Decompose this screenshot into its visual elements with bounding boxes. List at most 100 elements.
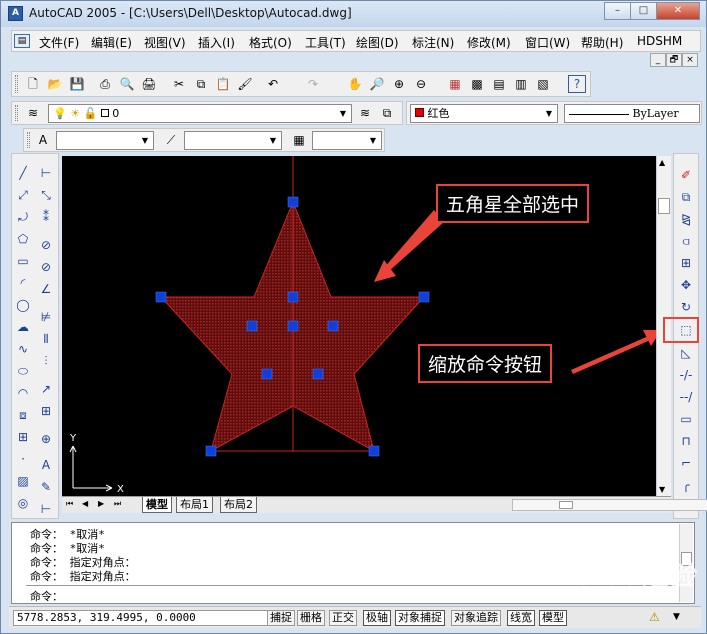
tab-layout1[interactable]: 布局1 — [176, 497, 213, 513]
make-layer-current-icon[interactable]: ≋ — [356, 104, 374, 122]
autocad-app-icon[interactable]: A — [8, 6, 23, 21]
layer-dropdown[interactable]: 💡 ☀ 🔓 0 ▼ — [48, 104, 352, 123]
polyline-icon[interactable]: ⤾ — [13, 208, 33, 227]
redo-icon[interactable]: ↷ — [304, 75, 322, 93]
sheet-set-icon[interactable]: ▥ — [512, 75, 530, 93]
zoom-realtime-icon[interactable]: 🔎 — [368, 75, 386, 93]
help-icon[interactable]: ? — [568, 75, 586, 93]
dimension-style-icon[interactable]: ⟋ — [162, 131, 180, 149]
ortho-toggle[interactable]: 正交 — [329, 610, 357, 626]
revision-cloud-icon[interactable]: ☁ — [13, 318, 33, 337]
menu-edit[interactable]: 编辑(E) — [91, 34, 132, 51]
copy-icon[interactable]: ⧉ — [192, 75, 210, 93]
grip[interactable] — [287, 291, 299, 303]
dimension-text-edit-icon[interactable]: ✎ — [36, 478, 56, 497]
rotate-icon[interactable]: ↻ — [676, 298, 696, 317]
publish-icon[interactable]: 🖨 — [140, 75, 158, 93]
rectangle-icon[interactable]: ▭ — [13, 252, 33, 271]
doc-minimize-button[interactable]: _ — [650, 53, 666, 67]
dimension-update-icon[interactable]: ⊢ — [36, 500, 56, 519]
hatch-icon[interactable]: ▨ — [13, 472, 33, 491]
grip[interactable] — [155, 291, 167, 303]
tab-first-icon[interactable]: ⏮ — [66, 499, 73, 509]
zoom-previous-icon[interactable]: ⊖ — [412, 75, 430, 93]
text-style-dropdown[interactable]: ▼ — [56, 131, 154, 150]
chamfer-icon[interactable]: ⌐ — [676, 454, 696, 473]
tab-prev-icon[interactable]: ◀ — [82, 499, 88, 508]
menu-window[interactable]: 窗口(W) — [525, 34, 570, 51]
title-bar[interactable]: A AutoCAD 2005 - [C:\Users\Dell\Desktop\… — [1, 1, 706, 27]
continue-dimension-icon[interactable]: ⫶ — [36, 352, 56, 371]
grip[interactable] — [205, 445, 217, 457]
table-style-icon[interactable]: ▦ — [290, 131, 308, 149]
ellipse-icon[interactable]: ⬭ — [13, 362, 33, 381]
quick-dimension-icon[interactable]: ⊭ — [36, 308, 56, 327]
grip[interactable] — [261, 368, 273, 380]
insert-block-icon[interactable]: ⧈ — [13, 406, 33, 425]
trim-icon[interactable]: -/- — [676, 366, 696, 385]
osnap-toggle[interactable]: 对象捕捉 — [395, 610, 445, 626]
circle-icon[interactable]: ◯ — [13, 296, 33, 315]
pan-realtime-icon[interactable]: ✋ — [346, 75, 364, 93]
tool-palettes-icon[interactable]: ▤ — [490, 75, 508, 93]
grip[interactable] — [312, 368, 324, 380]
doc-restore-button[interactable]: 🗗 — [666, 53, 682, 67]
close-button[interactable]: ✕ — [656, 2, 700, 20]
scroll-thumb[interactable] — [658, 198, 670, 214]
communication-center-icon[interactable]: ⚠ — [649, 610, 660, 624]
dimension-edit-icon[interactable]: A — [36, 456, 56, 475]
scroll-down-icon[interactable]: ▼ — [659, 485, 665, 494]
tab-last-icon[interactable]: ⏭ — [114, 499, 121, 509]
minimize-button[interactable]: – — [604, 2, 631, 20]
paste-icon[interactable]: 📋 — [214, 75, 232, 93]
cut-icon[interactable]: ✂ — [170, 75, 188, 93]
grip[interactable] — [287, 320, 299, 332]
match-properties-icon[interactable]: 🖌 — [236, 75, 254, 93]
menu-tools[interactable]: 工具(T) — [305, 34, 346, 51]
offset-icon[interactable]: ⫏ — [676, 232, 696, 251]
layer-previous-icon[interactable]: ⧉ — [378, 104, 396, 122]
move-icon[interactable]: ✥ — [676, 276, 696, 295]
extend-icon[interactable]: --/ — [676, 388, 696, 407]
copy-object-icon[interactable]: ⧉ — [676, 188, 696, 207]
quick-leader-icon[interactable]: ↗ — [36, 380, 56, 399]
linetype-dropdown[interactable]: ByLayer — [564, 104, 700, 123]
tab-next-icon[interactable]: ▶ — [98, 499, 104, 508]
mirror-icon[interactable]: ⧎ — [676, 210, 696, 229]
doc-close-button[interactable]: × — [682, 53, 698, 67]
menu-modify[interactable]: 修改(M) — [467, 34, 511, 51]
ellipse-arc-icon[interactable]: ◠ — [13, 384, 33, 403]
polygon-icon[interactable]: ⬠ — [13, 230, 33, 249]
design-center-icon[interactable]: ▩ — [468, 75, 486, 93]
menu-file[interactable]: 文件(F) — [39, 34, 79, 51]
angular-dimension-icon[interactable]: ∠ — [36, 280, 56, 299]
erase-icon[interactable]: ✐ — [676, 166, 696, 185]
tab-model[interactable]: 模型 — [142, 497, 172, 513]
line-icon[interactable]: ╱ — [13, 164, 33, 183]
menu-insert[interactable]: 插入(I) — [198, 34, 235, 51]
new-file-icon[interactable]: 🗋 — [24, 75, 42, 93]
grip[interactable] — [368, 445, 380, 457]
tab-layout2[interactable]: 布局2 — [220, 497, 257, 513]
otrack-toggle[interactable]: 对象追踪 — [451, 610, 501, 626]
menu-help[interactable]: 帮助(H) — [581, 34, 623, 51]
scroll-up-icon[interactable]: ▲ — [659, 158, 665, 167]
ordinate-dimension-icon[interactable]: ⁑ — [36, 208, 56, 227]
text-style-icon[interactable]: A — [34, 131, 52, 149]
break-icon[interactable]: ⊓ — [676, 432, 696, 451]
save-icon[interactable]: 💾 — [68, 75, 86, 93]
spline-icon[interactable]: ∿ — [13, 340, 33, 359]
model-toggle[interactable]: 模型 — [539, 610, 567, 626]
grip[interactable] — [287, 196, 299, 208]
make-block-icon[interactable]: ⊞ — [13, 428, 33, 447]
open-folder-icon[interactable]: 📂 — [46, 75, 64, 93]
properties-icon[interactable]: ▦ — [446, 75, 464, 93]
zoom-window-icon[interactable]: ⊕ — [390, 75, 408, 93]
grip[interactable] — [246, 320, 258, 332]
polar-toggle[interactable]: 极轴 — [363, 610, 391, 626]
command-prompt[interactable]: 命令： — [30, 588, 63, 604]
break-at-point-icon[interactable]: ▭ — [676, 410, 696, 429]
dimension-style-dropdown[interactable]: ▼ — [184, 131, 282, 150]
grid-toggle[interactable]: 栅格 — [297, 610, 325, 626]
stretch-icon[interactable]: ◺ — [676, 344, 696, 363]
